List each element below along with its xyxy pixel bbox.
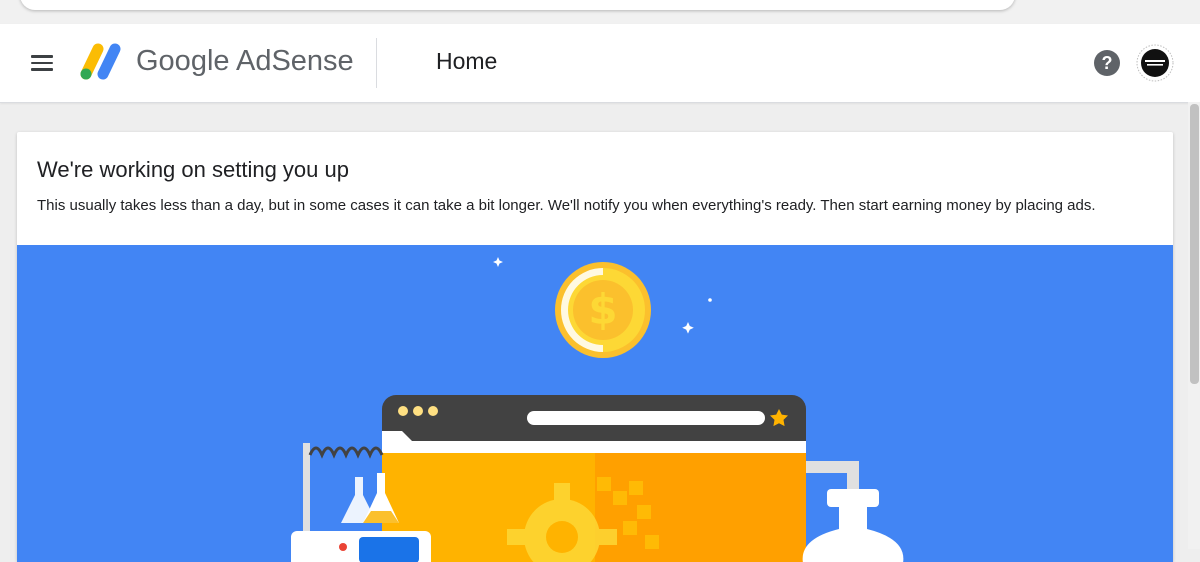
page-scrollbar[interactable] [1188,102,1200,549]
illustration-graphic: $ [291,257,904,562]
svg-text:$: $ [588,285,617,334]
dollar-coin-icon: $ [555,262,651,358]
header-divider [376,38,377,88]
browser-window-graphic [382,395,806,562]
page-title: Home [436,48,498,74]
main-menu-button[interactable] [22,48,62,78]
flask-graphic [802,461,904,562]
help-icon[interactable]: ? [1094,50,1120,76]
scroll-thumb[interactable] [1190,104,1199,384]
browser-address-bar[interactable] [20,0,1015,10]
adsense-logo-icon [80,43,121,80]
menu-bar [31,61,53,65]
browser-top-strip [0,0,1200,24]
setup-status-card: We're working on setting you up This usu… [17,132,1173,562]
card-description: This usually takes less than a day, but … [37,197,1096,214]
app-header: Google AdSense Home ? [0,24,1200,103]
card-title: We're working on setting you up [37,157,349,182]
menu-bar [31,55,53,58]
setup-illustration: $ [17,245,1173,562]
menu-bar [31,68,53,71]
brand-name[interactable]: Google AdSense [136,45,354,78]
avatar[interactable] [1136,44,1174,82]
